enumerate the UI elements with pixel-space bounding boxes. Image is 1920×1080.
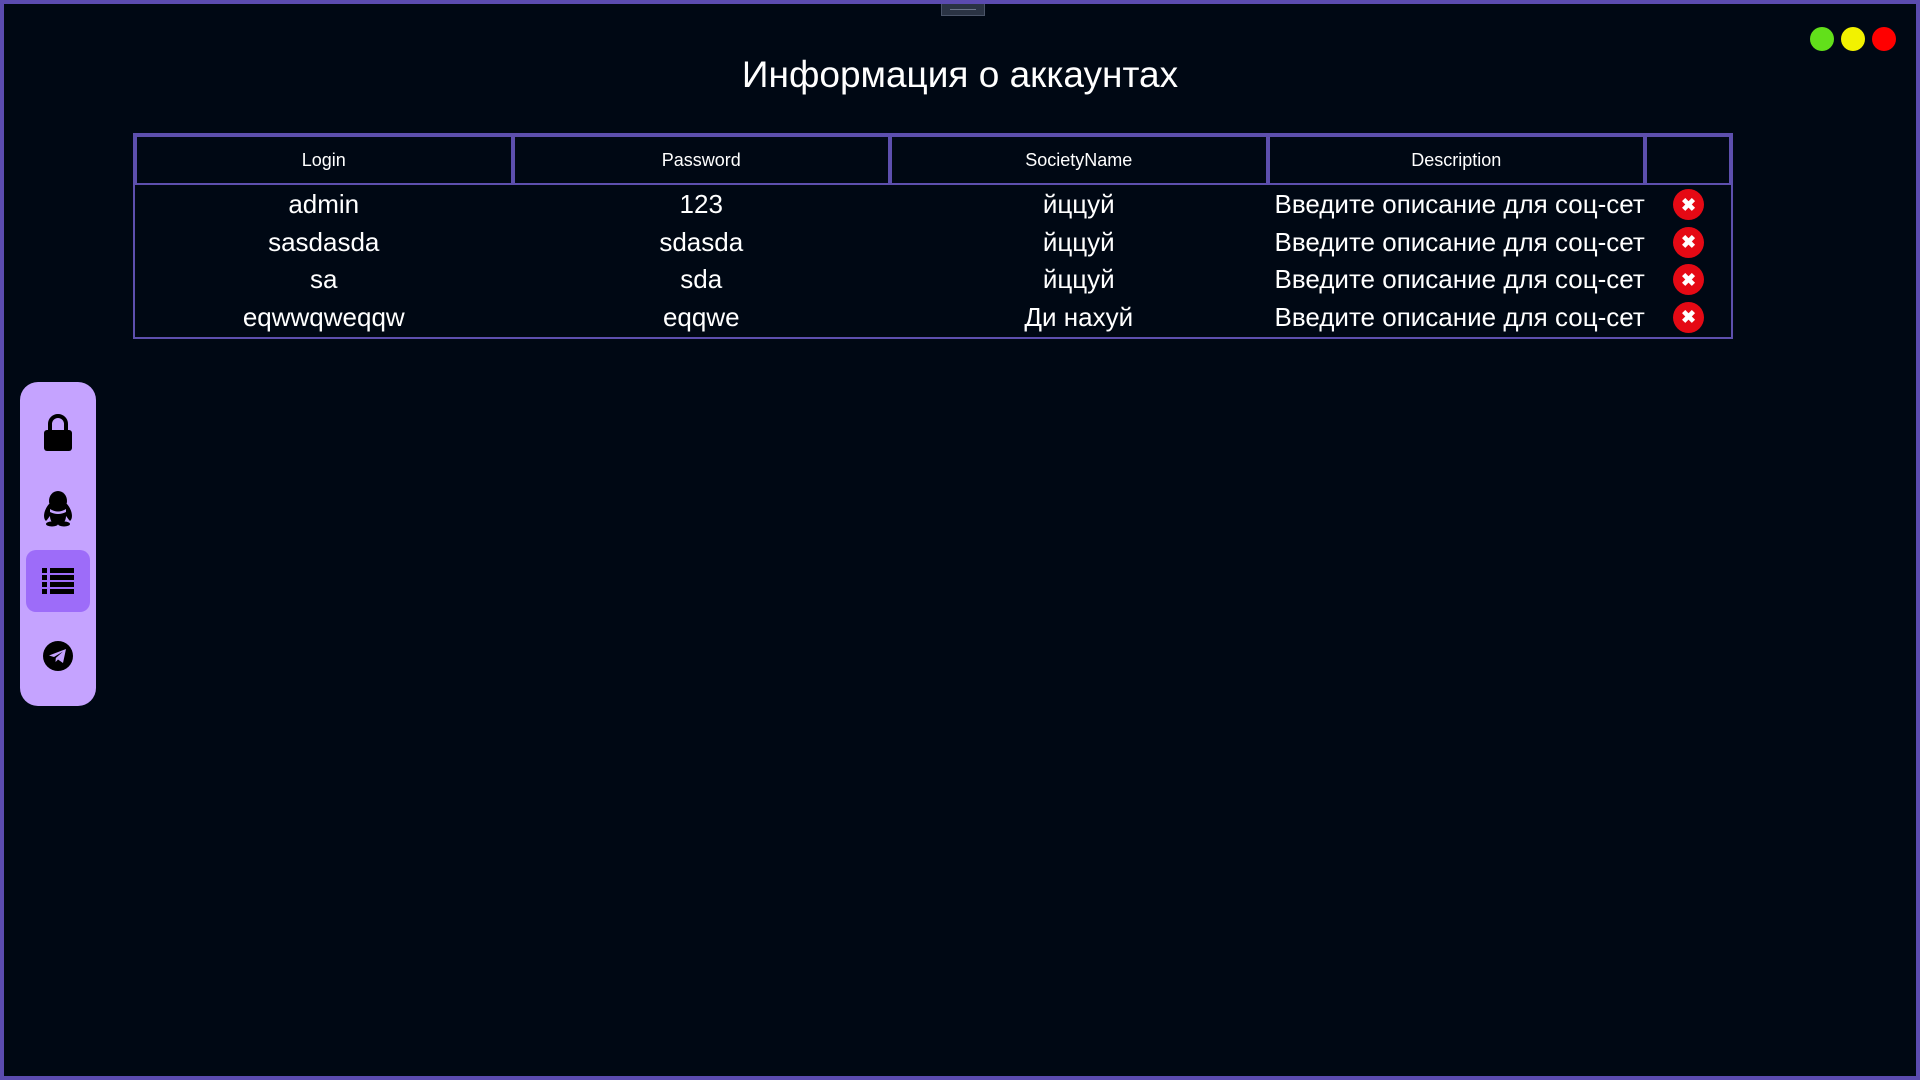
sidebar-item-accounts-list[interactable] — [26, 550, 90, 612]
sidebar-item-telegram[interactable] — [26, 625, 90, 687]
delete-cell: ✖ — [1645, 264, 1731, 296]
app-window: Информация о аккаунтах Login Password So… — [0, 0, 1920, 1080]
cell-login[interactable]: eqwwqweqqw — [135, 302, 513, 333]
delete-row-button[interactable]: ✖ — [1673, 226, 1704, 258]
delete-row-button[interactable]: ✖ — [1673, 301, 1704, 333]
delete-row-button[interactable]: ✖ — [1673, 264, 1704, 296]
maximize-button[interactable] — [1810, 27, 1834, 51]
accounts-table: Login Password SocietyName Description a… — [133, 133, 1733, 339]
cell-description[interactable]: Введите описание для соц-сети — [1268, 264, 1646, 295]
cell-society-name[interactable]: Ди нахуй — [890, 302, 1268, 333]
cell-password[interactable]: eqqwe — [513, 302, 891, 333]
page-title: Информация о аккаунтах — [741, 54, 1179, 95]
delete-cell: ✖ — [1645, 301, 1731, 333]
table-row[interactable]: admin 123 йццуй Введите описание для соц… — [135, 186, 1731, 224]
column-header-society-name[interactable]: SocietyName — [890, 135, 1268, 185]
close-circle-icon: ✖ — [1680, 269, 1697, 290]
list-icon — [42, 568, 74, 594]
cell-password[interactable]: sdasda — [513, 227, 891, 258]
close-circle-icon: ✖ — [1680, 232, 1697, 253]
delete-cell: ✖ — [1645, 189, 1731, 221]
delete-cell: ✖ — [1645, 226, 1731, 258]
cell-password[interactable]: 123 — [513, 189, 891, 220]
cell-login[interactable]: sa — [135, 264, 513, 295]
cell-society-name[interactable]: йццуй — [890, 227, 1268, 258]
table-row[interactable]: sa sda йццуй Введите описание для соц-се… — [135, 261, 1731, 299]
table-row[interactable]: sasdasda sdasda йццуй Введите описание д… — [135, 224, 1731, 262]
cell-society-name[interactable]: йццуй — [890, 264, 1268, 295]
cell-society-name[interactable]: йццуй — [890, 189, 1268, 220]
cell-description[interactable]: Введите описание для соц-сети — [1268, 302, 1646, 333]
column-header-login[interactable]: Login — [135, 135, 513, 185]
minimize-button[interactable] — [1841, 27, 1865, 51]
column-header-description[interactable]: Description — [1267, 135, 1645, 185]
cell-description[interactable]: Введите описание для соц-сети — [1268, 189, 1646, 220]
cell-login[interactable]: sasdasda — [135, 227, 513, 258]
qq-penguin-icon — [44, 491, 72, 527]
column-header-password[interactable]: Password — [512, 135, 890, 185]
delete-row-button[interactable]: ✖ — [1673, 189, 1704, 221]
close-button[interactable] — [1872, 27, 1896, 51]
close-circle-icon: ✖ — [1680, 307, 1697, 328]
telegram-icon — [43, 641, 73, 671]
cell-description[interactable]: Введите описание для соц-сети — [1268, 227, 1646, 258]
cell-login[interactable]: admin — [135, 189, 513, 220]
sidebar-nav — [20, 382, 96, 706]
table-header: Login Password SocietyName Description — [135, 135, 1731, 185]
table-row[interactable]: eqwwqweqqw eqqwe Ди нахуй Введите описан… — [135, 299, 1731, 337]
table-body: admin 123 йццуй Введите описание для соц… — [135, 185, 1731, 337]
close-circle-icon: ✖ — [1680, 194, 1697, 215]
cell-password[interactable]: sda — [513, 264, 891, 295]
sidebar-item-passwords[interactable] — [26, 402, 90, 464]
sidebar-item-qq[interactable] — [26, 477, 90, 539]
column-header-actions[interactable] — [1645, 135, 1731, 185]
lock-icon — [44, 414, 72, 451]
window-controls — [1810, 27, 1896, 51]
drag-handle[interactable] — [941, 4, 985, 16]
